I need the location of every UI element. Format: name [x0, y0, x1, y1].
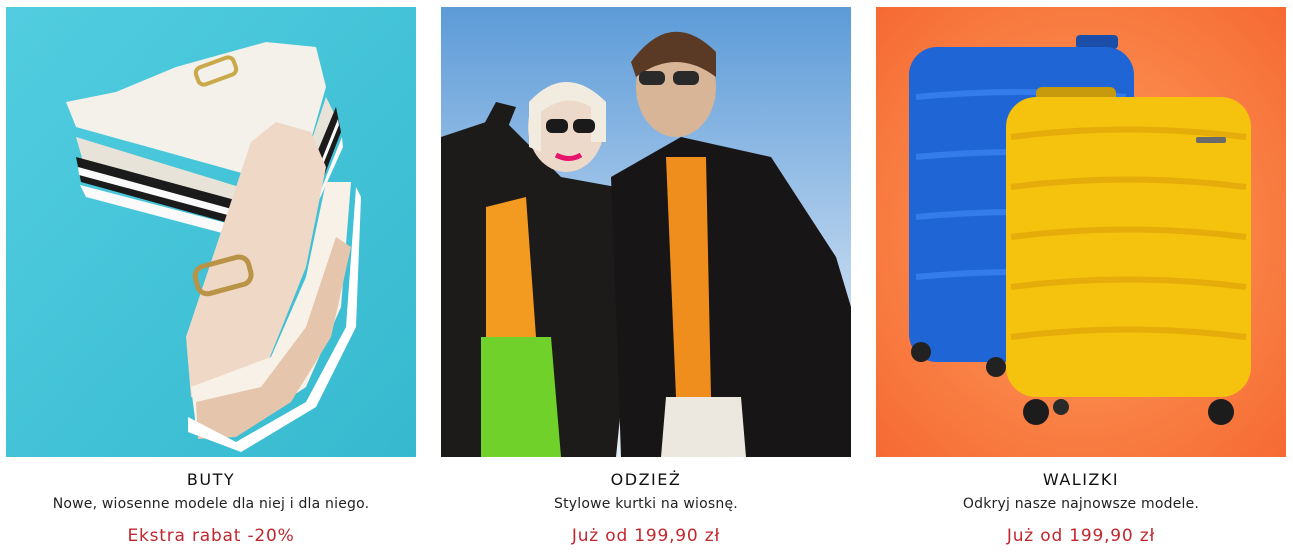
card-title[interactable]: ODZIEŻ [441, 470, 851, 489]
card-promo[interactable]: Już od 199,90 zł [876, 526, 1286, 546]
category-card-suitcases[interactable]: WALIZKI Odkryj nasze najnowsze modele. J… [876, 7, 1286, 556]
category-card-clothing[interactable]: ODZIEŻ Stylowe kurtki na wiosnę. Już od … [441, 7, 851, 556]
card-promo[interactable]: Już od 199,90 zł [441, 526, 851, 546]
category-card-shoes[interactable]: BUTY Nowe, wiosenne modele dla niej i dl… [6, 7, 416, 556]
card-title[interactable]: BUTY [6, 470, 416, 489]
card-promo[interactable]: Ekstra rabat -20% [6, 526, 416, 546]
shoes-image[interactable] [6, 7, 416, 457]
card-description: Nowe, wiosenne modele dla niej i dla nie… [52, 496, 370, 512]
suitcases-image[interactable] [876, 7, 1286, 457]
card-description: Stylowe kurtki na wiosnę. [554, 496, 738, 512]
card-title[interactable]: WALIZKI [876, 470, 1286, 489]
card-description: Odkryj nasze najnowsze modele. [962, 496, 1200, 512]
clothing-image[interactable] [441, 7, 851, 457]
